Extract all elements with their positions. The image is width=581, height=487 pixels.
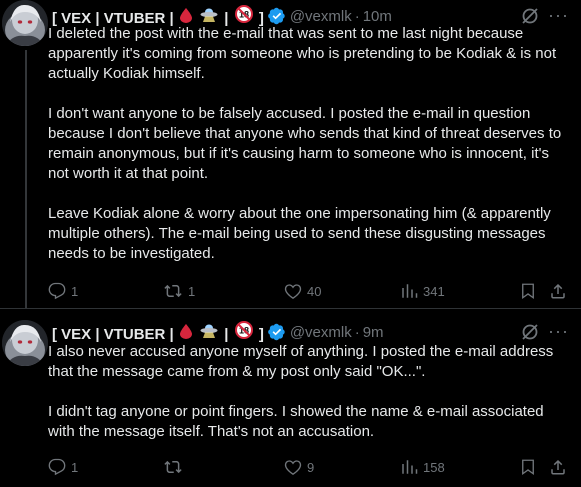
display-name[interactable]: [ VEX | VTUBER | | 18 ] [52,321,264,343]
more-icon[interactable]: ··· [548,322,569,340]
blood-drop-icon [179,8,192,23]
tweet-paragraph: Leave Kodiak alone & worry about the one… [48,205,551,262]
repost-count: 1 [188,283,196,299]
tweet-paragraph: I also never accused anyone myself of an… [48,343,554,380]
views-icon [400,458,418,476]
views-button[interactable]: 341 [400,282,445,300]
tweet-text: I also never accused anyone myself of an… [48,342,573,442]
views-count: 158 [423,459,445,475]
divider [0,308,581,309]
repost-button[interactable] [163,458,188,476]
verified-badge-icon [267,7,286,25]
like-button[interactable]: 9 [284,458,314,476]
share-icon [549,282,567,300]
timestamp[interactable]: 10m [363,8,392,25]
tweet-header: [ VEX | VTUBER | | 18 ] [52,5,569,27]
views-icon [400,282,418,300]
blood-drop-icon [179,324,192,339]
repost-icon [163,458,183,476]
like-count: 9 [307,459,315,475]
reply-count: 1 [71,459,79,475]
action-bar: 1 1 40 341 [48,281,573,301]
separator-dot: · [354,7,360,25]
bookmark-button[interactable] [519,282,537,300]
action-bar: 1 9 158 [48,457,573,477]
repost-button[interactable]: 1 [163,282,195,300]
share-icon [549,458,567,476]
views-button[interactable]: 158 [400,458,445,476]
tweet-paragraph: I didn't tag anyone or point fingers. I … [48,403,544,440]
tweet-paragraph: I deleted the post with the e-mail that … [48,25,557,82]
reply-count: 1 [71,283,79,299]
like-button[interactable]: 40 [284,282,321,300]
no-under-18-icon: 18 [234,321,253,339]
verified-badge-icon [267,323,286,341]
like-count: 40 [307,283,322,299]
tweet-text: I deleted the post with the e-mail that … [48,24,573,264]
like-icon [284,458,302,476]
tweet-paragraph: I don't want anyone to be falsely accuse… [48,105,562,182]
no-under-18-icon: 18 [234,5,253,23]
handle[interactable]: @vexmlk [290,8,352,25]
avatar[interactable] [2,320,48,366]
views-count: 341 [423,283,445,299]
reply-icon [48,282,66,300]
thread-line [25,50,27,308]
separator-dot: · [354,323,360,341]
tweet[interactable]: [ VEX | VTUBER | | 18 ] [0,0,581,308]
bookmark-icon [519,458,537,476]
reply-button[interactable]: 1 [48,282,78,300]
more-icon[interactable]: ··· [548,6,569,24]
timestamp[interactable]: 9m [363,324,384,341]
reply-icon [48,458,66,476]
avatar[interactable] [2,0,48,46]
ufo-icon [200,7,218,23]
bookmark-icon [519,282,537,300]
like-icon [284,282,302,300]
repost-icon [163,282,183,300]
tweet-header: [ VEX | VTUBER | | 18 ] [52,321,569,343]
tweet[interactable]: [ VEX | VTUBER | | 18 ] [0,316,581,487]
handle[interactable]: @vexmlk [290,324,352,341]
share-button[interactable] [549,458,567,476]
share-button[interactable] [549,282,567,300]
ufo-icon [200,323,218,339]
reply-button[interactable]: 1 [48,458,78,476]
bookmark-button[interactable] [519,458,537,476]
